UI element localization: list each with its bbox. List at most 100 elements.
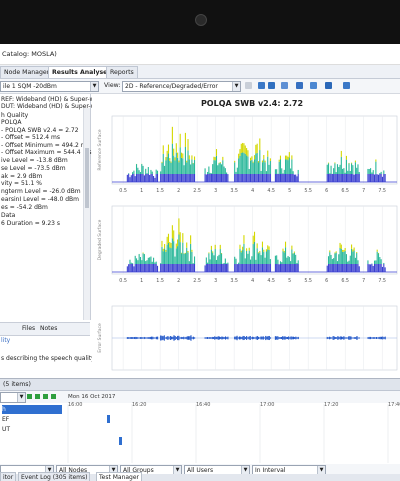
spectrum-bar — [186, 247, 188, 264]
timeline-chart[interactable]: Mon 16 Oct 2017 16:00 16:20 16:40 17:00 17:20… — [66, 391, 400, 463]
spectrum-bar — [260, 174, 262, 182]
error-mark — [339, 336, 341, 340]
tab-reports[interactable]: Reports — [106, 66, 138, 78]
timeline-row-label[interactable]: EF — [2, 415, 62, 424]
error-mark — [209, 337, 211, 339]
spectrum-bar — [180, 253, 183, 264]
error-mark — [152, 336, 154, 340]
spectrum-bar — [259, 138, 261, 151]
spectrum-bar — [338, 254, 340, 264]
spectrum-bar — [292, 264, 294, 272]
error-mark — [262, 336, 264, 340]
spectrum-bar — [250, 160, 252, 174]
notes-text: s describing the speech quality of — [1, 355, 103, 362]
notes-area: lity s describing the speech quality of — [0, 335, 102, 375]
info-icon[interactable] — [343, 82, 350, 89]
spectrum-bar — [283, 169, 285, 174]
spectrum-bar — [286, 264, 288, 272]
spectrum-bar — [357, 164, 359, 174]
spectrum-bar — [286, 257, 288, 264]
spectrum-bar — [244, 264, 246, 272]
spectrum-bar — [164, 264, 166, 272]
spectrum-bar — [343, 251, 345, 264]
spectrum-bar — [167, 153, 170, 174]
spectrum-bar — [248, 174, 250, 182]
file-select[interactable]: ile 1 SQM -20dBm ▼ — [0, 81, 99, 92]
spectrum-bar — [339, 242, 341, 249]
error-mark — [274, 336, 276, 340]
error-mark — [345, 337, 347, 339]
error-mark — [204, 337, 206, 339]
spectrum-bar — [224, 174, 226, 182]
error-mark — [384, 336, 386, 340]
spectrum-bar — [327, 256, 330, 264]
error-mark — [224, 336, 227, 340]
spectrum-bar — [236, 174, 238, 182]
spectrum-bar — [177, 157, 179, 174]
spectrum-bar — [192, 162, 194, 164]
spectrum-bar — [217, 264, 219, 272]
spectrum-bar — [243, 174, 245, 182]
spectrum-bar — [279, 261, 282, 264]
scrollbar-thumb[interactable] — [85, 148, 89, 208]
spectrum-bar — [358, 174, 360, 182]
spectrum-bar — [336, 164, 339, 174]
timeline-select[interactable]: ▼ — [0, 392, 26, 403]
spectrum-bar — [267, 249, 269, 264]
spectrum-bar — [263, 264, 265, 272]
spectrum-bar — [263, 174, 265, 182]
spectrum-bar — [269, 259, 271, 264]
spectrum-bar — [183, 165, 185, 174]
spectrum-bar — [276, 255, 278, 264]
spectrum-bar — [173, 264, 175, 272]
layout-icon[interactable] — [281, 82, 288, 89]
spectrum-bar — [260, 255, 262, 264]
settings-icon[interactable] — [325, 82, 332, 89]
spectrum-bar — [250, 264, 252, 272]
view-toolbar: ile 1 SQM -20dBm ▼ View: 2D - Reference/… — [0, 79, 400, 94]
spectrum-bar — [134, 176, 136, 182]
timeline-row-label[interactable]: UT — [2, 425, 62, 434]
next-icon[interactable] — [43, 394, 48, 399]
spectrum-bar — [269, 264, 271, 272]
x-tick-label: 0.5 — [119, 278, 127, 284]
spectrum-bar — [375, 174, 377, 182]
tab-monitor[interactable]: itor — [0, 472, 17, 481]
spectrum-bar — [377, 264, 380, 272]
error-mark — [246, 336, 248, 340]
detail-line: h Quality — [1, 112, 29, 119]
view-select[interactable]: 2D - Reference/Degraded/Error ▼ — [122, 81, 241, 92]
scrollbar[interactable] — [83, 108, 90, 320]
first-icon[interactable] — [27, 394, 32, 399]
spectrum-bar — [186, 160, 188, 163]
error-mark — [326, 336, 328, 340]
zoom-icon[interactable] — [258, 82, 265, 89]
previous-icon[interactable] — [35, 394, 40, 399]
spectrum-bar — [134, 255, 136, 264]
tab-test-manager[interactable]: Test Manager — [96, 472, 143, 481]
spectrum-bar — [277, 174, 279, 182]
tab-notes[interactable]: Notes — [40, 325, 57, 332]
error-mark — [241, 337, 243, 339]
spectrum-bar — [169, 242, 171, 248]
play-icon[interactable] — [268, 82, 275, 89]
last-icon[interactable] — [51, 394, 56, 399]
tab-node-manager[interactable]: Node Manager — [0, 66, 54, 78]
chevron-down-icon: ▼ — [90, 82, 98, 91]
spectrum-bar — [175, 174, 177, 182]
spectrum-bar — [173, 174, 175, 182]
tab-event-log[interactable]: Event Log (305 items) — [18, 472, 91, 481]
spectrum-bar — [331, 174, 333, 182]
error-mark — [164, 337, 167, 339]
spectrum-bar — [213, 174, 215, 182]
spectrum-bar — [214, 264, 216, 272]
print-icon[interactable] — [245, 82, 252, 89]
tab-files[interactable]: Files — [22, 325, 35, 332]
x-tick-label: 2 — [177, 188, 180, 194]
chart-icon[interactable] — [296, 82, 303, 89]
export-icon[interactable] — [310, 82, 317, 89]
timeline-row-label[interactable]: h — [2, 405, 62, 414]
spectrum-bar — [174, 264, 176, 272]
spectrum-bar — [164, 174, 166, 182]
error-mark — [206, 337, 209, 339]
